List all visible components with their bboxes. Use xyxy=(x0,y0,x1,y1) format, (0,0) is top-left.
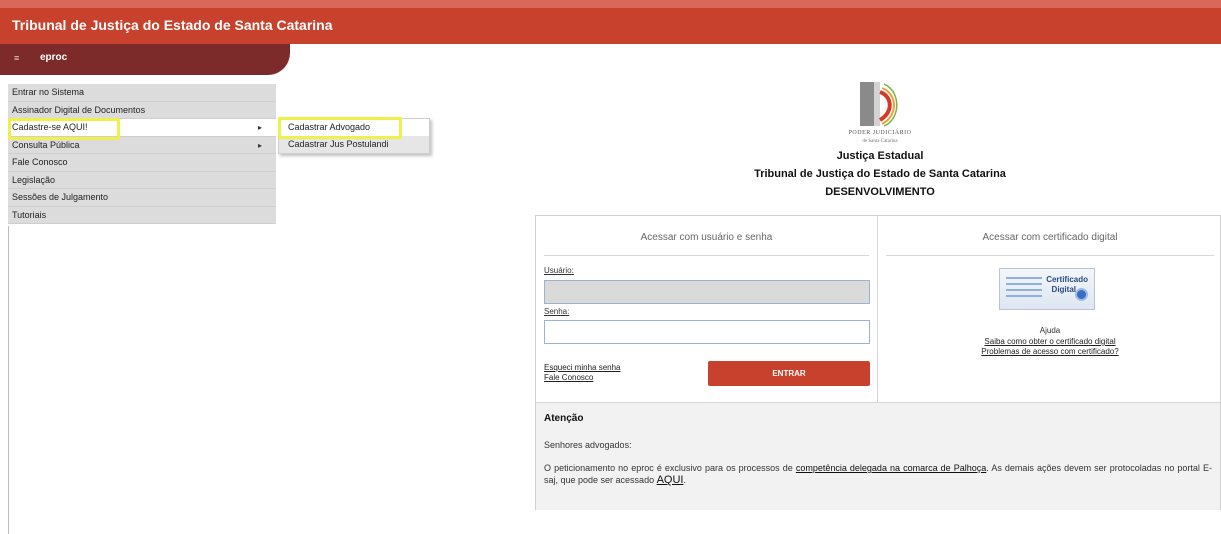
top-header-bar: Tribunal de Justiça do Estado de Santa C… xyxy=(0,0,1221,44)
menu-item-label: Fale Conosco xyxy=(12,157,68,167)
menu-item-cadastre-se[interactable]: Cadastre-se AQUI! ▸ xyxy=(8,119,276,137)
user-label: Usuário: xyxy=(544,266,574,275)
certificate-badge-line2: Digital xyxy=(1051,285,1076,294)
menu-item-label: Tutoriais xyxy=(12,209,47,220)
chevron-right-icon: ▸ xyxy=(257,140,262,150)
menu-item-entrar[interactable]: Entrar no Sistema xyxy=(8,84,276,102)
menu-item-label: Legislação xyxy=(12,174,56,185)
login-heading: Acessar com usuário e senha xyxy=(544,232,869,256)
esaj-aqui-link[interactable]: AQUI xyxy=(657,474,684,486)
attention-box: Atenção Senhores advogados: O peticionam… xyxy=(536,402,1220,510)
org-justica-estadual: Justiça Estadual xyxy=(836,150,924,162)
chevron-right-icon: ▸ xyxy=(257,123,262,132)
login-column: Acessar com usuário e senha Usuário: Sen… xyxy=(536,216,878,402)
org-santa-catarina: de Santa Catarina xyxy=(862,139,898,144)
menu-item-consulta-publica[interactable]: Consulta Pública ▸ xyxy=(8,136,276,154)
system-name: eproc xyxy=(40,52,68,63)
submenu-item-cadastrar-jus-postulandi[interactable]: Cadastrar Jus Postulandi xyxy=(279,136,429,153)
certificate-badge-line1: Certificado xyxy=(1046,275,1088,284)
certificate-column: Acessar com certificado digital Certific… xyxy=(878,216,1221,402)
digital-certificate-button[interactable]: Certificado Digital xyxy=(999,268,1095,310)
certificate-problems-link[interactable]: Problemas de acesso com certificado? xyxy=(878,347,1221,356)
org-poder-judiciario: PODER JUDICIÁRIO xyxy=(848,130,912,136)
menu-item-assinador[interactable]: Assinador Digital de Documentos xyxy=(8,101,276,119)
attention-text: . xyxy=(683,475,686,485)
menu-item-legislacao[interactable]: Legislação xyxy=(8,171,276,189)
certificate-seal-icon xyxy=(1075,288,1088,301)
menu-item-sessoes[interactable]: Sessões de Julgamento xyxy=(8,189,276,207)
attention-message: O peticionamento no eproc é exclusivo pa… xyxy=(544,462,1212,486)
login-panel: Acessar com usuário e senha Usuário: Sen… xyxy=(535,215,1221,510)
menu-icon[interactable]: ≡ xyxy=(14,53,19,63)
get-certificate-link[interactable]: Saiba como obter o certificado digital xyxy=(878,337,1221,346)
left-menu: Entrar no Sistema Assinador Digital de D… xyxy=(8,84,276,224)
menu-item-label: Cadastre-se AQUI! xyxy=(12,122,88,132)
menu-item-tutoriais[interactable]: Tutoriais xyxy=(8,206,276,224)
contact-link[interactable]: Fale Conosco xyxy=(544,373,593,382)
forgot-password-link[interactable]: Esqueci minha senha xyxy=(544,363,621,372)
submenu-item-cadastrar-advogado[interactable]: Cadastrar Advogado xyxy=(279,119,429,136)
org-tribunal: Tribunal de Justiça do Estado de Santa C… xyxy=(754,168,1006,180)
user-input[interactable] xyxy=(544,280,870,304)
menu-item-label: Entrar no Sistema xyxy=(12,87,85,97)
org-environment: DESENVOLVIMENTO xyxy=(825,186,935,198)
attention-text: O peticionamento no eproc é exclusivo pa… xyxy=(544,463,796,473)
menu-item-label: Assinador Digital de Documentos xyxy=(12,104,146,115)
tjsc-logo-icon xyxy=(860,82,898,127)
menu-item-label: Consulta Pública xyxy=(12,139,80,150)
password-label: Senha: xyxy=(544,307,570,316)
certificate-lines-icon xyxy=(1006,277,1042,301)
competencia-delegada-link[interactable]: competência delegada na comarca de Palho… xyxy=(796,463,986,473)
attention-greeting: Senhores advogados: xyxy=(544,440,632,450)
menu-item-fale-conosco[interactable]: Fale Conosco xyxy=(8,154,276,172)
system-bar: ≡ eproc xyxy=(0,44,290,75)
left-divider xyxy=(8,226,9,534)
site-title: Tribunal de Justiça do Estado de Santa C… xyxy=(12,17,333,33)
menu-item-label: Sessões de Julgamento xyxy=(12,192,109,202)
attention-title: Atenção xyxy=(544,413,584,424)
password-input[interactable] xyxy=(544,320,870,344)
submenu-cadastre: Cadastrar Advogado Cadastrar Jus Postula… xyxy=(278,118,430,154)
login-button[interactable]: ENTRAR xyxy=(708,361,870,386)
certificate-heading: Acessar com certificado digital xyxy=(886,232,1214,256)
help-label: Ajuda xyxy=(1039,326,1061,335)
